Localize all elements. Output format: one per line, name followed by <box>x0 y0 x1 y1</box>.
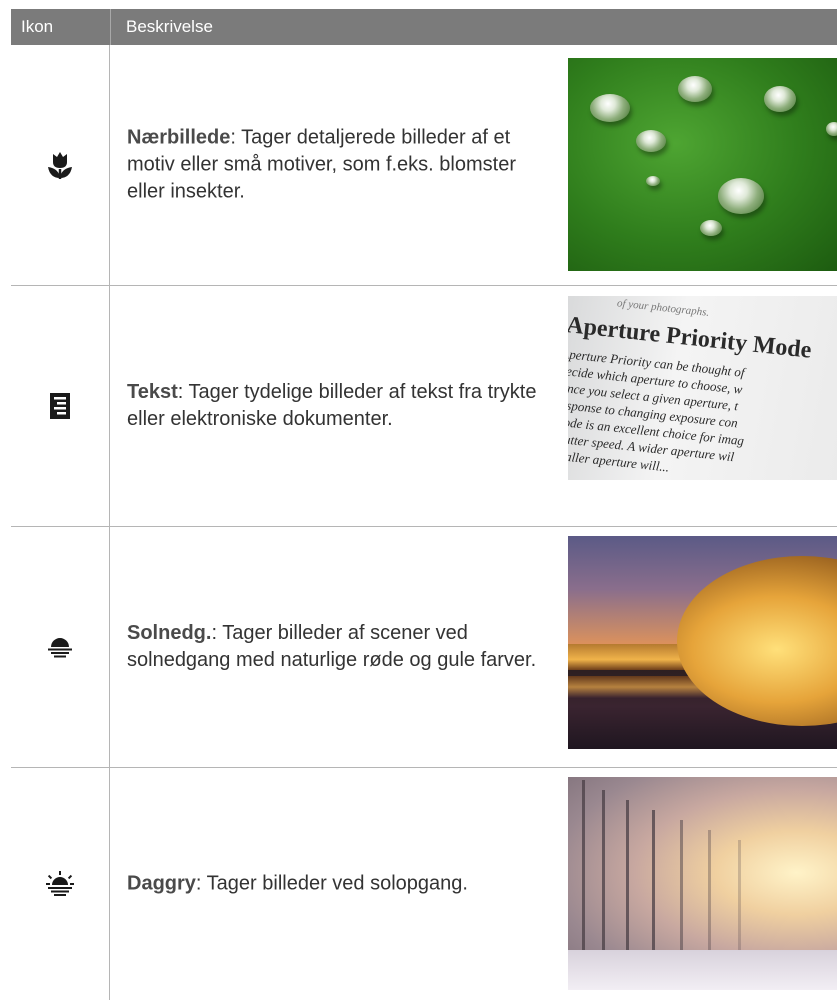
row-description: Solnedg.: Tager billeder af scener ved s… <box>127 622 537 671</box>
mode-term: Daggry <box>127 872 196 895</box>
table-row: Nærbillede: Tager detaljerede billeder a… <box>11 45 837 286</box>
row-description: Nærbillede: Tager detaljerede billeder a… <box>127 126 516 203</box>
foggy-sunrise-trees-photo <box>568 777 837 990</box>
sunset-over-water-photo <box>568 536 837 749</box>
sunset-icon <box>11 527 109 767</box>
scene-mode-table: Ikon Beskrivelse Nærbillede: Tager detal… <box>11 9 837 1000</box>
table-header: Ikon Beskrivelse <box>11 9 837 45</box>
mode-term: Nærbillede <box>127 126 231 149</box>
table-row: Tekst: Tager tydelige billeder af tekst … <box>11 286 837 527</box>
text-document-icon <box>11 286 109 526</box>
row-description: Daggry: Tager billeder ved solopgang. <box>127 872 468 895</box>
mode-text: Tager tydelige billeder af tekst fra try… <box>127 381 537 430</box>
table-row: Daggry: Tager billeder ved solopgang. <box>11 768 837 1000</box>
water-drops-on-leaf-photo <box>568 58 837 271</box>
mode-term: Solnedg. <box>127 622 212 644</box>
dawn-icon <box>11 768 109 1000</box>
macro-flower-icon <box>11 45 109 285</box>
mode-text: Tager billeder ved solopgang. <box>206 872 468 895</box>
printed-book-page-photo: of your photographs. Aperture Priority M… <box>568 296 837 480</box>
header-icon: Ikon <box>21 17 54 36</box>
mode-term: Tekst <box>127 381 178 403</box>
row-description: Tekst: Tager tydelige billeder af tekst … <box>127 381 537 430</box>
header-description: Beskrivelse <box>110 9 837 45</box>
table-row: Solnedg.: Tager billeder af scener ved s… <box>11 527 837 768</box>
